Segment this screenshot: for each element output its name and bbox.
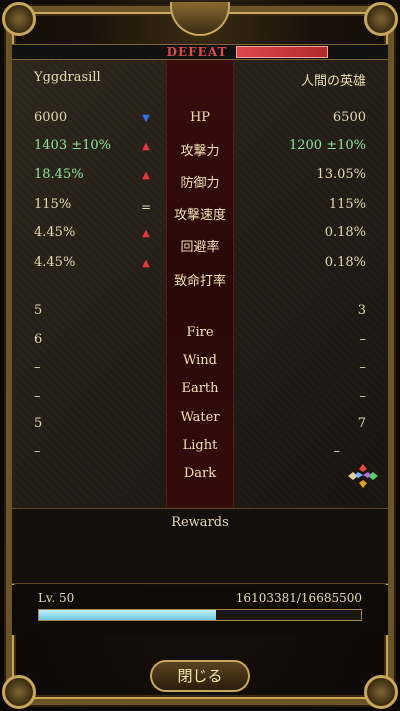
rewards-label: Rewards — [171, 515, 229, 530]
level-label: Lv. 50 — [38, 591, 75, 605]
element-enemy-value: 7 — [357, 416, 366, 431]
element-enemy-value: – — [359, 389, 367, 404]
element-wheel-icon — [348, 464, 378, 488]
element-label: Fire — [186, 325, 214, 340]
stat-enemy-value: 0.18% — [324, 225, 366, 240]
corner-ornament — [2, 2, 36, 36]
stat-label: 致命打率 — [173, 274, 226, 289]
arrow-up-icon: ▲ — [142, 228, 150, 239]
corner-ornament — [364, 2, 398, 36]
stat-label: 攻撃力 — [180, 144, 220, 159]
stat-label: 防御力 — [180, 176, 220, 191]
stat-enemy-value: 13.05% — [316, 167, 366, 182]
element-enemy-value: – — [359, 360, 367, 375]
stat-label: 攻撃速度 — [173, 208, 226, 223]
stat-player-value: 1403 ±10% — [34, 138, 112, 153]
equal-icon: = — [140, 200, 152, 214]
arrow-up-icon: ▲ — [142, 170, 150, 181]
corner-ornament — [364, 675, 398, 709]
stat-player-value: 18.45% — [34, 167, 84, 182]
element-label: Dark — [183, 466, 217, 481]
result-label: DEFEAT — [166, 45, 228, 59]
element-label: Light — [182, 438, 218, 453]
stat-label: HP — [189, 110, 211, 125]
element-player-value: – — [34, 444, 41, 459]
xp-bar-fill — [39, 610, 217, 620]
stat-label: 回避率 — [180, 240, 220, 255]
element-enemy-value: 3 — [357, 303, 366, 318]
arrow-down-icon: ▼ — [142, 113, 150, 124]
enemy-hp-bar — [236, 46, 328, 58]
element-label: Earth — [181, 381, 219, 396]
stat-enemy-value: 0.18% — [324, 255, 366, 270]
element-label: Water — [180, 410, 220, 425]
stat-player-value: 4.45% — [34, 225, 76, 240]
arrow-up-icon: ▲ — [142, 258, 150, 269]
xp-text: 16103381/16685500 — [235, 591, 362, 605]
enemy-name: 人間の英雄 — [300, 74, 366, 89]
stat-player-value: 115% — [34, 197, 72, 212]
element-enemy-value: – — [359, 332, 367, 347]
xp-bar — [38, 609, 362, 621]
element-player-value: – — [34, 389, 41, 404]
corner-ornament — [2, 675, 36, 709]
stat-player-value: 6000 — [34, 110, 68, 125]
close-button[interactable]: 閉じる — [150, 660, 250, 692]
element-enemy-value: – — [333, 444, 341, 459]
element-label: Wind — [183, 353, 217, 368]
stat-enemy-value: 1200 ±10% — [288, 138, 366, 153]
element-player-value: – — [34, 360, 41, 375]
stat-enemy-value: 6500 — [332, 110, 366, 125]
stat-player-value: 4.45% — [34, 255, 76, 270]
stat-enemy-value: 115% — [328, 197, 366, 212]
element-player-value: 5 — [34, 416, 43, 431]
element-player-value: 5 — [34, 303, 43, 318]
player-name: Yggdrasill — [34, 70, 101, 85]
arrow-up-icon: ▲ — [142, 141, 150, 152]
element-player-value: 6 — [34, 332, 43, 347]
